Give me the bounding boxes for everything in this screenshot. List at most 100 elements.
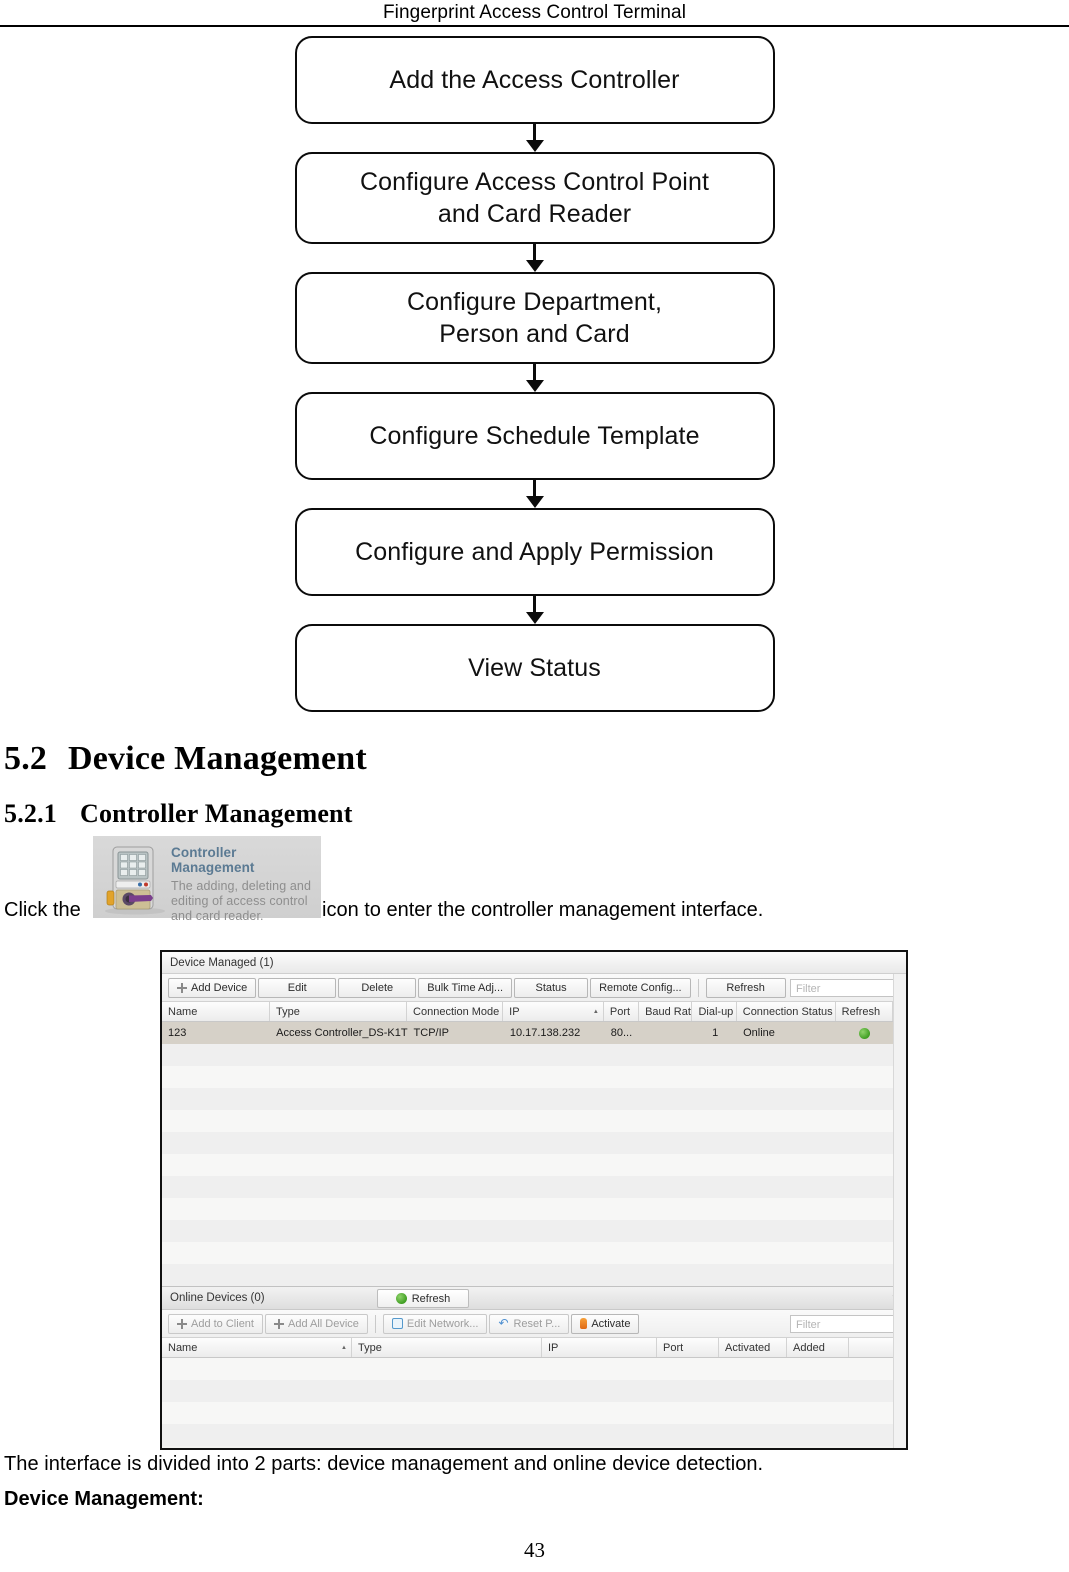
column-header-added[interactable]: Added bbox=[787, 1338, 849, 1357]
table-row-empty[interactable] bbox=[162, 1044, 906, 1066]
cell-type: Access Controller_DS-K1T200E... bbox=[276, 1027, 408, 1039]
flow-step-label-line1: Configure Department, bbox=[406, 287, 662, 316]
table-row-empty[interactable] bbox=[162, 1380, 906, 1402]
flow-step-label-line1: Configure Access Control Point bbox=[359, 167, 709, 196]
add-all-device-button[interactable]: Add All Device bbox=[264, 1313, 368, 1334]
subsection-title: Controller Management bbox=[80, 799, 353, 828]
online-devices-panel-title: Online Devices (0) Refresh ▾ bbox=[162, 1286, 906, 1310]
table-row-empty[interactable] bbox=[162, 1264, 906, 1286]
instruction-line: Click the Controller Management The addi… bbox=[0, 833, 1069, 925]
device-empty-rows bbox=[162, 1044, 906, 1286]
column-header-activated[interactable]: Activated bbox=[719, 1338, 787, 1357]
cell-name: 123 bbox=[168, 1027, 187, 1039]
column-header-port[interactable]: Port bbox=[604, 1002, 640, 1021]
table-row-empty[interactable] bbox=[162, 1066, 906, 1088]
status-button[interactable]: Status bbox=[514, 977, 589, 998]
refresh-icon[interactable] bbox=[858, 1027, 870, 1039]
column-header-online-ip[interactable]: IP bbox=[542, 1338, 657, 1357]
table-row-empty[interactable] bbox=[162, 1110, 906, 1132]
edit-label: Edit bbox=[287, 981, 307, 994]
table-row[interactable]: 123 Access Controller_DS-K1T200E... TCP/… bbox=[162, 1022, 906, 1044]
edit-network-button[interactable]: Edit Network... bbox=[382, 1313, 488, 1334]
add-device-label: Add Device bbox=[191, 981, 248, 994]
tile-text-block: Controller Management The adding, deleti… bbox=[167, 843, 317, 924]
flow-step-add-access-controller: Add the Access Controller bbox=[294, 36, 775, 124]
subsection-heading: 5.2.1 Controller Management bbox=[4, 799, 1069, 829]
column-header-baud-rate[interactable]: Baud Rate bbox=[639, 1002, 693, 1021]
table-row-empty[interactable] bbox=[162, 1088, 906, 1110]
access-controller-icon bbox=[99, 843, 167, 915]
table-row-empty[interactable] bbox=[162, 1176, 906, 1198]
flow-arrow-3 bbox=[295, 364, 775, 392]
column-header-online-type[interactable]: Type bbox=[352, 1338, 542, 1357]
online-empty-rows bbox=[162, 1358, 906, 1446]
column-header-name[interactable]: Name bbox=[162, 1002, 270, 1021]
cell-refresh-action[interactable] bbox=[836, 1022, 893, 1044]
add-to-client-button[interactable]: Add to Client bbox=[168, 1313, 263, 1334]
device-table-header: Name Type Connection Mode IP Port Baud R… bbox=[162, 1002, 906, 1022]
flow-step-label: Add the Access Controller bbox=[389, 65, 680, 94]
column-header-refresh[interactable]: Refresh bbox=[836, 1002, 893, 1021]
flow-step-view-status: View Status bbox=[294, 624, 775, 712]
cell-ip: 10.17.138.232 bbox=[509, 1027, 581, 1039]
instruction-suffix: icon to enter the controller management … bbox=[322, 899, 764, 921]
table-row-empty[interactable] bbox=[162, 1242, 906, 1264]
controller-management-tile: Controller Management The adding, deleti… bbox=[93, 836, 321, 923]
remote-config-button[interactable]: Remote Config... bbox=[590, 977, 691, 998]
column-header-type[interactable]: Type bbox=[270, 1002, 408, 1021]
add-all-device-label: Add All Device bbox=[287, 1317, 359, 1330]
body-paragraph-2: Device Management: bbox=[4, 1488, 204, 1510]
remote-config-label: Remote Config... bbox=[599, 981, 682, 994]
delete-label: Delete bbox=[361, 981, 394, 994]
table-row-empty[interactable] bbox=[162, 1424, 906, 1446]
online-devices-table-header: Name Type IP Port Activated Added bbox=[162, 1338, 906, 1358]
flow-step-configure-apply-permission: Configure and Apply Permission bbox=[294, 508, 775, 596]
section-heading: 5.2 Device Management bbox=[4, 740, 1069, 778]
flow-arrow-1 bbox=[295, 124, 775, 152]
refresh-button[interactable]: Refresh bbox=[705, 977, 786, 998]
flow-step-label: Configure and Apply Permission bbox=[355, 537, 714, 566]
body-paragraph-1: The interface is divided into 2 parts: d… bbox=[4, 1453, 764, 1475]
column-header-connection-status[interactable]: Connection Status bbox=[737, 1002, 836, 1021]
status-label: Status bbox=[535, 981, 567, 994]
online-refresh-button[interactable]: Refresh bbox=[377, 1289, 469, 1308]
bulk-time-adjust-label: Bulk Time Adj... bbox=[427, 981, 504, 994]
plus-icon bbox=[177, 1318, 187, 1329]
toolbar-separator bbox=[697, 978, 699, 997]
device-managed-panel-title: Device Managed (1) bbox=[162, 952, 906, 974]
table-row-empty[interactable] bbox=[162, 1220, 906, 1242]
column-header-online-name[interactable]: Name bbox=[162, 1338, 352, 1357]
tile-description: The adding, deleting and editing of acce… bbox=[171, 878, 312, 923]
flow-step-configure-department: Configure Department, Person and Card bbox=[294, 272, 775, 364]
table-row-empty[interactable] bbox=[162, 1154, 906, 1176]
column-header-online-port[interactable]: Port bbox=[657, 1338, 719, 1357]
online-filter-input[interactable]: Filter bbox=[790, 1314, 900, 1333]
page-number: 43 bbox=[524, 1538, 545, 1562]
software-screenshot: Device Managed (1) Add Device Edit Delet… bbox=[160, 950, 908, 1450]
device-filter-input[interactable]: Filter bbox=[790, 978, 900, 997]
column-header-connection-mode[interactable]: Connection Mode bbox=[407, 1002, 504, 1021]
reset-password-button[interactable]: ↶ Reset P... bbox=[489, 1313, 570, 1334]
table-row-empty[interactable] bbox=[162, 1358, 906, 1380]
add-device-button[interactable]: Add Device bbox=[168, 977, 257, 998]
flow-step-configure-access-point: Configure Access Control Point and Card … bbox=[294, 152, 775, 244]
table-row-empty[interactable] bbox=[162, 1132, 906, 1154]
cell-baud-rate bbox=[640, 1022, 693, 1044]
vertical-scrollbar[interactable] bbox=[893, 974, 906, 1448]
bulk-time-adjust-button[interactable]: Bulk Time Adj... bbox=[418, 977, 513, 998]
section-title: Device Management bbox=[68, 740, 367, 777]
activate-button[interactable]: Activate bbox=[571, 1313, 640, 1334]
column-header-dial-up[interactable]: Dial-up bbox=[692, 1002, 737, 1021]
online-refresh-label: Refresh bbox=[411, 1292, 451, 1305]
cell-connection-mode: TCP/IP bbox=[413, 1027, 449, 1039]
edit-button[interactable]: Edit bbox=[258, 977, 337, 998]
delete-button[interactable]: Delete bbox=[338, 977, 417, 998]
flow-step-label: Configure Schedule Template bbox=[369, 421, 700, 450]
table-row-empty[interactable] bbox=[162, 1402, 906, 1424]
workflow-flowchart: Add the Access Controller Configure Acce… bbox=[294, 27, 775, 712]
reset-icon: ↶ bbox=[498, 1316, 509, 1330]
flow-step-label: View Status bbox=[468, 653, 601, 682]
online-devices-title-label: Online Devices (0) bbox=[170, 1292, 265, 1304]
table-row-empty[interactable] bbox=[162, 1198, 906, 1220]
column-header-ip[interactable]: IP bbox=[503, 1002, 604, 1021]
